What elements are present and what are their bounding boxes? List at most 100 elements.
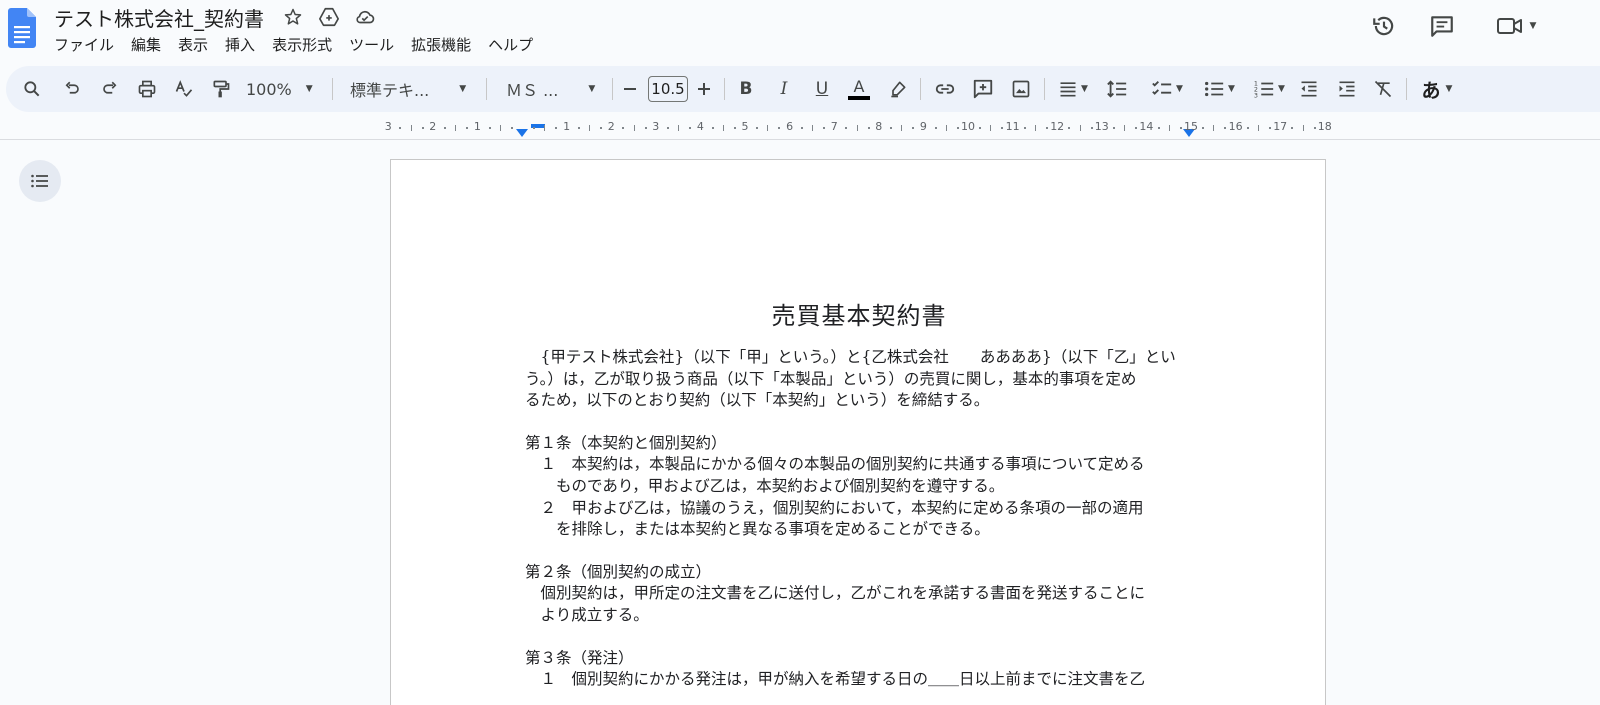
ruler-subtick [689,127,692,129]
ruler-subtick [778,127,781,129]
version-history-button[interactable] [1368,10,1400,42]
menu-extensions[interactable]: 拡張機能 [411,34,471,55]
paint-format-button[interactable] [207,66,235,112]
cloud-saved-icon[interactable] [352,4,378,30]
comments-button[interactable] [1426,10,1458,42]
insert-link-button[interactable] [930,66,960,112]
video-camera-icon [1496,18,1522,34]
indent-decrease-icon [1301,81,1317,97]
document-line: 第３条（発注） [525,648,634,667]
chevron-down-icon: ▼ [1278,84,1285,94]
app-header: テスト株式会社_契約書 ファイル 編集 表示 挿入 表示形式 ツール 拡張機能 … [0,0,1600,64]
zoom-select[interactable]: 100% ▼ [246,66,324,112]
document-line: ２ 甲および乙は，協議のうえ，個別契約において，本契約に定める条項の一部の適用 [525,498,1144,517]
menu-help[interactable]: ヘルプ [488,34,533,55]
insert-image-button[interactable] [1006,66,1036,112]
ruler-subtick [945,125,947,131]
document-line: を排除し，または本契約と異なる事項を定めることができる。 [525,520,990,539]
meet-button[interactable]: ▼ [1488,10,1544,42]
ruler-subtick [889,127,892,129]
underline-button[interactable]: U [808,66,836,112]
paragraph-style-select[interactable]: 標準テキ... ▼ [350,66,474,112]
ruler-subtick [733,127,736,129]
decrease-font-size-button[interactable] [618,66,642,112]
increase-font-size-button[interactable] [692,66,716,112]
ruler-tick-label: 8 [875,120,883,133]
ruler-subtick [1090,127,1093,129]
document-title[interactable]: テスト株式会社_契約書 [54,3,264,32]
ruler-subtick [410,125,412,131]
ruler-subtick [666,127,669,129]
menu-tools[interactable]: ツール [349,34,394,55]
outline-list-icon [31,174,48,188]
ruler-tick-label: 12 [1050,120,1065,133]
toolbar-divider [1406,78,1407,100]
decrease-indent-button[interactable] [1294,66,1324,112]
highlight-color-button[interactable] [884,66,912,112]
bold-button[interactable]: B [732,66,760,112]
add-comment-button[interactable] [968,66,998,112]
document-outline-button[interactable] [19,160,61,202]
ruler-subtick [577,127,580,129]
menu-file[interactable]: ファイル [54,34,114,55]
search-menus-button[interactable] [18,66,46,112]
ruler-subtick [678,125,680,131]
ruler-subtick [711,127,714,129]
paint-roller-icon [213,80,230,98]
italic-button[interactable]: I [770,66,798,112]
ruler-subtick [934,127,937,129]
link-icon [935,84,955,94]
document-line: 第１条（本契約と個別契約） [525,433,727,452]
ruler-subtick [956,127,959,129]
align-button[interactable]: ▼ [1052,66,1094,112]
bulleted-list-button[interactable]: ▼ [1196,66,1242,112]
document-line: ものであり，甲および乙は，本契約および個別契約を遵守する。 [525,477,1005,495]
redo-button[interactable] [96,66,124,112]
move-to-drive-icon[interactable] [316,4,342,30]
title-row: テスト株式会社_契約書 [54,3,378,31]
document-page[interactable]: 売買基本契約書 {甲テスト株式会社}（以下「甲」という。）と{乙株式会社 あああ… [390,159,1326,705]
star-icon[interactable] [280,4,306,30]
spellcheck-button[interactable] [170,66,198,112]
input-tools-icon: あ [1421,79,1441,102]
text-color-icon: A [853,76,865,96]
ruler-subtick [533,127,536,129]
ruler-tick-label: 16 [1228,120,1243,133]
left-indent-marker[interactable] [516,129,528,137]
checklist-button[interactable]: ▼ [1144,66,1190,112]
text-color-swatch [848,95,870,100]
chevron-down-icon: ▼ [305,84,313,94]
input-tools-button[interactable]: あ ▼ [1414,66,1460,112]
ruler-subtick [1157,127,1160,129]
increase-indent-button[interactable] [1332,66,1362,112]
menu-format[interactable]: 表示形式 [272,34,332,55]
ruler-subtick [1124,125,1126,131]
indent-increase-icon [1339,81,1355,97]
ruler-subtick [1302,125,1304,131]
font-family-select[interactable]: ＭＳ ... ▼ [506,66,606,112]
checklist-icon [1152,81,1172,95]
docs-logo-icon[interactable] [8,8,36,48]
ruler-subtick [1224,127,1227,129]
menu-insert[interactable]: 挿入 [225,34,255,55]
ruler-tick-label: 13 [1094,120,1109,133]
ruler-subtick [845,127,848,129]
history-icon [1373,16,1394,36]
font-size-input[interactable]: 10.5 [648,76,688,102]
clear-formatting-button[interactable] [1368,66,1398,112]
text-color-button[interactable]: A [844,66,874,112]
ruler-subtick [466,127,469,129]
menu-edit[interactable]: 編集 [131,34,161,55]
minus-icon [624,88,636,90]
undo-button[interactable] [58,66,86,112]
ruler-subtick [1135,127,1138,129]
search-icon [24,81,40,97]
menu-view[interactable]: 表示 [178,34,208,55]
horizontal-ruler[interactable]: 3 2 1 1 2 3 4 5 6 7 8 9 10 11 12 13 14 15 16 17 18 [0,116,1600,140]
print-button[interactable] [133,66,161,112]
ruler-subtick [1023,127,1026,129]
highlighter-icon [891,81,906,98]
ruler-tick-label: 6 [786,120,794,133]
numbered-list-button[interactable]: 123 ▼ [1246,66,1292,112]
line-spacing-button[interactable] [1102,66,1132,112]
